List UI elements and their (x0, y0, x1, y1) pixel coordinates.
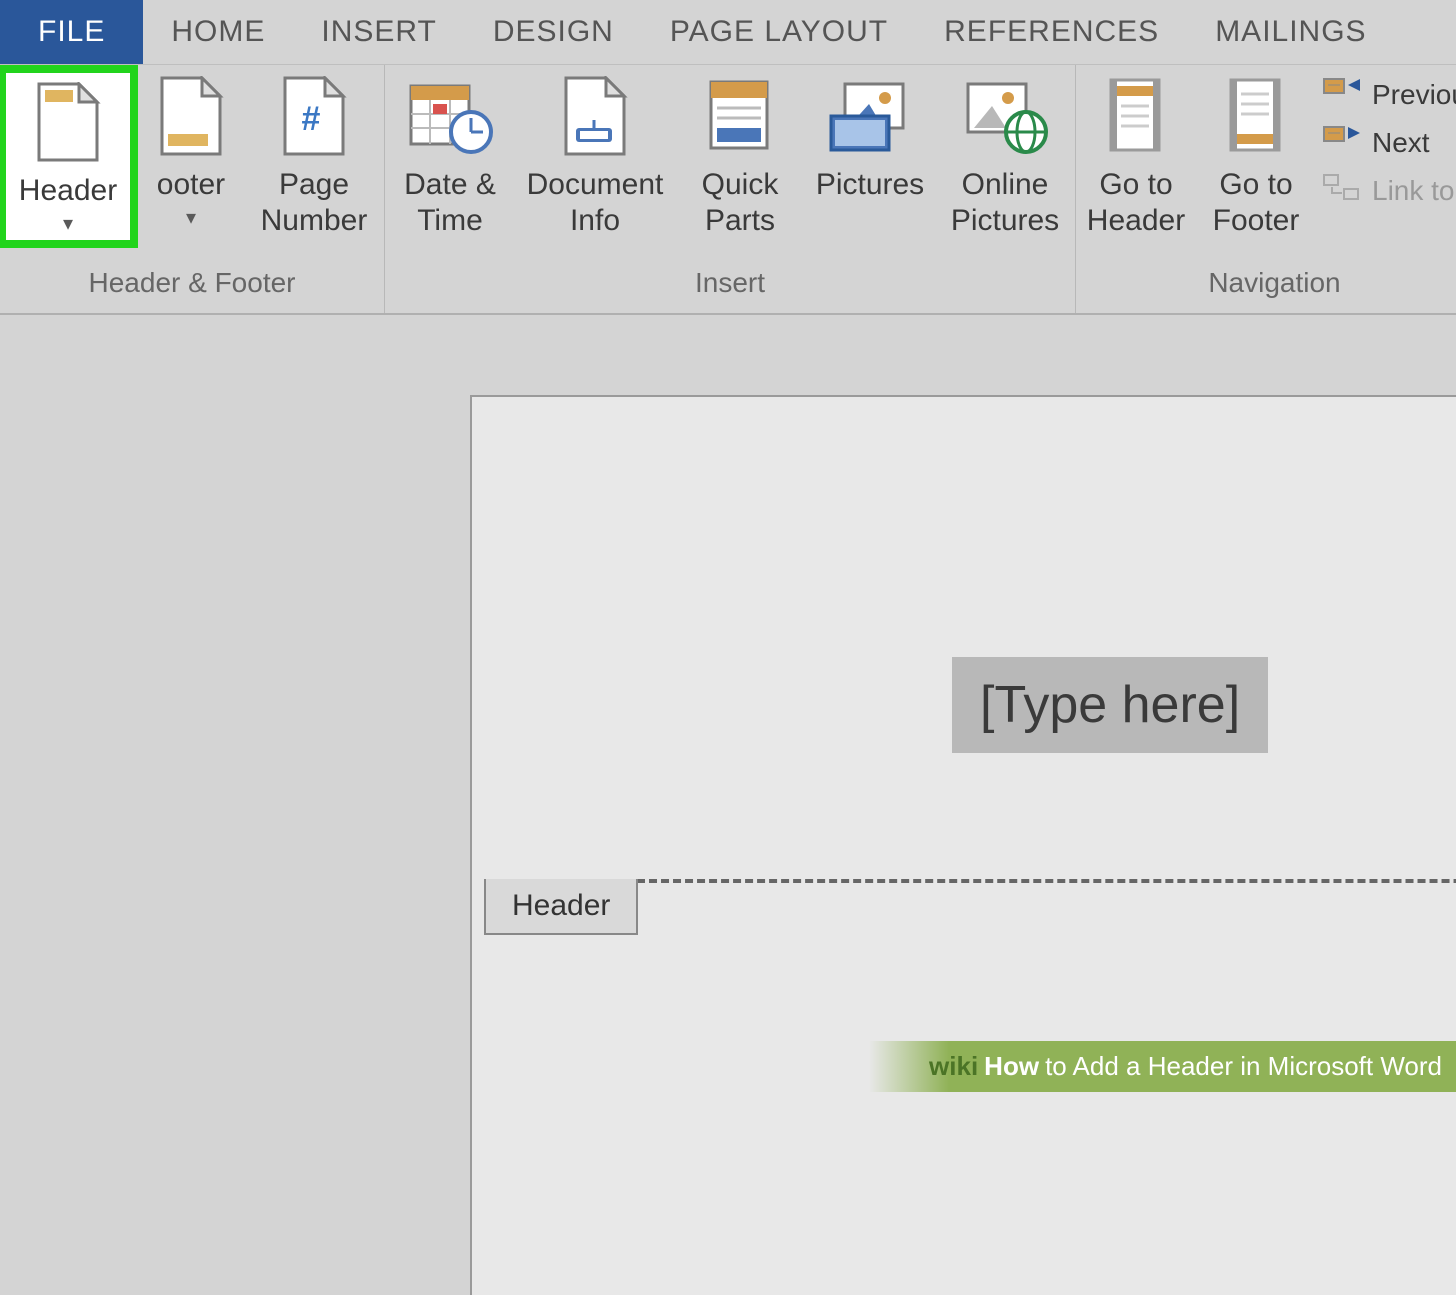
pictures-icon (825, 71, 915, 161)
previous-button[interactable]: Previou (1322, 77, 1456, 113)
quick-parts-button[interactable]: Quick Parts (675, 65, 805, 239)
tab-page-layout[interactable]: PAGE LAYOUT (642, 0, 916, 64)
header-label: Header (19, 173, 117, 209)
next-button[interactable]: Next (1322, 125, 1456, 161)
tab-insert[interactable]: INSERT (293, 0, 464, 64)
date-time-label: Date & Time (404, 167, 496, 239)
header-button[interactable]: Header ▾ (0, 65, 138, 248)
header-icon (23, 77, 113, 167)
tab-references[interactable]: REFERENCES (916, 0, 1187, 64)
footer-label: ooter (157, 167, 225, 203)
quick-parts-icon (695, 71, 785, 161)
group-label-navigation: Navigation (1076, 263, 1456, 307)
tab-file[interactable]: FILE (0, 0, 143, 64)
header-placeholder[interactable]: [Type here] (952, 657, 1268, 753)
online-pictures-icon (960, 71, 1050, 161)
watermark-wiki: wiki (929, 1051, 978, 1082)
tab-home[interactable]: HOME (143, 0, 293, 64)
go-to-footer-label: Go to Footer (1213, 167, 1300, 239)
wikihow-watermark: wikiHow to Add a Header in Microsoft Wor… (869, 1041, 1456, 1092)
header-section-tag: Header (484, 879, 638, 935)
group-insert: Date & Time Document Info (385, 65, 1076, 313)
group-header-footer: Header ▾ ooter ▾ (0, 65, 385, 313)
previous-label: Previou (1372, 79, 1456, 111)
page-number-button[interactable]: # Page Number (244, 65, 384, 239)
link-to-icon (1322, 173, 1362, 209)
watermark-title: to Add a Header in Microsoft Word (1045, 1051, 1442, 1082)
page-number-icon: # (269, 71, 359, 161)
footer-icon (146, 71, 236, 161)
online-pictures-label: Online Pictures (951, 167, 1059, 239)
group-label-insert: Insert (385, 263, 1075, 307)
document-area: [Type here] Header (0, 315, 1456, 1092)
group-navigation: Go to Header Go to Footer (1076, 65, 1456, 313)
next-icon (1322, 125, 1362, 161)
date-time-button[interactable]: Date & Time (385, 65, 515, 239)
online-pictures-button[interactable]: Online Pictures (935, 65, 1075, 239)
go-to-header-button[interactable]: Go to Header (1076, 65, 1196, 239)
go-to-header-icon (1091, 71, 1181, 161)
go-to-footer-icon (1211, 71, 1301, 161)
document-info-icon (550, 71, 640, 161)
link-to-label: Link to (1372, 175, 1455, 207)
next-label: Next (1372, 127, 1430, 159)
tab-design[interactable]: DESIGN (465, 0, 642, 64)
header-separator-line (637, 879, 1456, 883)
pictures-label: Pictures (816, 167, 924, 203)
link-to-button[interactable]: Link to (1322, 173, 1456, 209)
dropdown-arrow-icon: ▾ (63, 211, 73, 236)
date-time-icon (405, 71, 495, 161)
page-number-label: Page Number (261, 167, 368, 239)
watermark-how: How (984, 1051, 1039, 1082)
dropdown-arrow-icon: ▾ (186, 205, 196, 230)
ribbon-tabs: FILE HOME INSERT DESIGN PAGE LAYOUT REFE… (0, 0, 1456, 65)
svg-text:#: # (302, 100, 321, 138)
previous-icon (1322, 77, 1362, 113)
footer-button[interactable]: ooter ▾ (138, 65, 244, 230)
tab-mailings[interactable]: MAILINGS (1187, 0, 1394, 64)
ribbon: Header ▾ ooter ▾ (0, 65, 1456, 315)
document-page[interactable]: [Type here] Header (470, 395, 1456, 1295)
go-to-header-label: Go to Header (1087, 167, 1185, 239)
quick-parts-label: Quick Parts (702, 167, 779, 239)
document-info-label: Document Info (527, 167, 664, 239)
go-to-footer-button[interactable]: Go to Footer (1196, 65, 1316, 239)
group-label-header-footer: Header & Footer (0, 263, 384, 307)
pictures-button[interactable]: Pictures (805, 65, 935, 203)
nav-small-buttons: Previou Next (1316, 65, 1456, 209)
document-info-button[interactable]: Document Info (515, 65, 675, 239)
